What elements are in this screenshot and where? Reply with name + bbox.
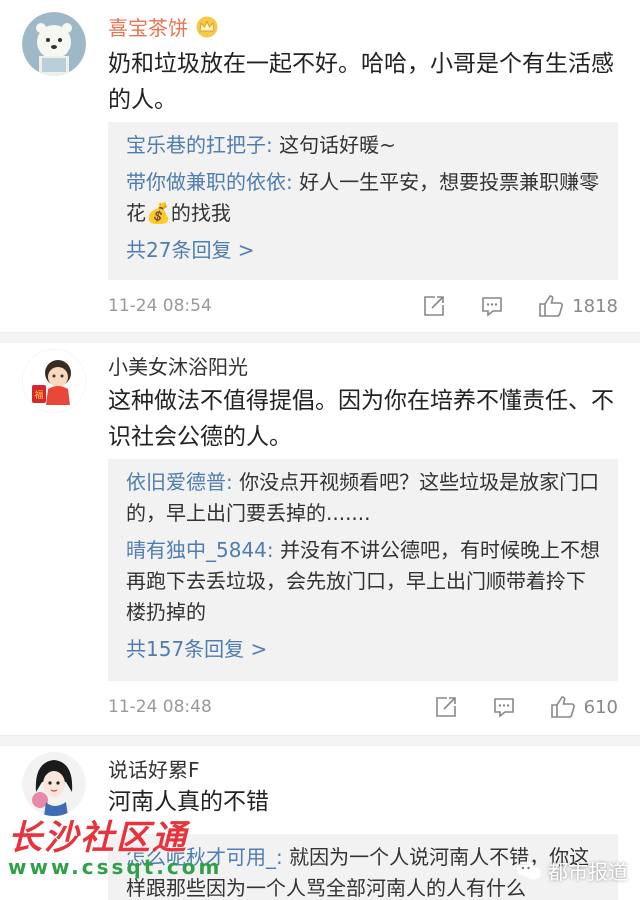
avatar[interactable] [22, 12, 86, 76]
like-button[interactable]: 610 [550, 695, 618, 719]
svg-text:福: 福 [34, 389, 43, 401]
more-replies-link[interactable]: 共157条回复 > [126, 634, 600, 664]
comment-item: 喜宝茶饼 奶和垃圾放在一起不好。哈哈，小哥是个有生活感的人。 宝乐巷的扛把子: … [0, 0, 640, 332]
reply-item[interactable]: 依旧爱德普: 你没点开视频看吧？这些垃圾是放家门口的，早上出门要丢掉的.....… [126, 467, 600, 529]
reply-text: 这句话好暖~ [279, 133, 396, 157]
comment-icon [493, 698, 514, 718]
comment-button[interactable] [480, 294, 504, 318]
repost-icon [435, 697, 456, 717]
reply-author[interactable]: 宝乐巷的扛把子 [126, 133, 266, 157]
reply-box[interactable]: 依旧爱德普: 你没点开视频看吧？这些垃圾是放家门口的，早上出门要丢掉的.....… [108, 459, 618, 681]
like-count: 1818 [572, 295, 618, 317]
reply-box[interactable]: 宝乐巷的扛把子: 这句话好暖~ 带你做兼职的依依: 好人一生平安，想要投票兼职赚… [108, 122, 618, 280]
reply-author[interactable]: 晴有独中_5844 [126, 538, 267, 562]
comment-item: 福 小美女沐浴阳光 这种做法不值得提倡。因为你在培养不懂责任、不识社会公德的人。… [0, 343, 640, 735]
comment-icon [482, 297, 502, 317]
author-name[interactable]: 小美女沐浴阳光 [108, 351, 248, 380]
timestamp: 11-24 08:48 [108, 697, 212, 717]
like-icon [539, 295, 564, 317]
watermark-badge-text: 都市报道 [548, 860, 628, 884]
like-icon [550, 696, 575, 718]
comment-meta: 11-24 08:48 610 [108, 695, 618, 723]
divider [0, 735, 640, 746]
watermark-site: 长沙社区通 www.cssqt.com [8, 810, 222, 879]
action-bar: 610 [400, 695, 618, 719]
repost-button[interactable] [422, 294, 446, 318]
comment-meta: 11-24 08:54 1818 [108, 294, 618, 322]
repost-icon [424, 296, 444, 316]
comment-button[interactable] [492, 695, 516, 719]
like-button[interactable]: 1818 [538, 294, 618, 318]
reply-author[interactable]: 依旧爱德普 [126, 470, 226, 494]
watermark-url: www.cssqt.com [8, 855, 223, 879]
reply-item[interactable]: 晴有独中_5844: 并没有不讲公德吧，有时候晚上不想再跑下去丢垃圾，会先放门口… [126, 535, 600, 628]
comment-text: 这种做法不值得提倡。因为你在培养不懂责任、不识社会公德的人。 [108, 388, 614, 450]
reply-item[interactable]: 带你做兼职的依依: 好人一生平安，想要投票兼职赚零花💰的找我 [126, 167, 600, 229]
author-name[interactable]: 喜宝茶饼 [108, 12, 220, 43]
more-replies-link[interactable]: 共27条回复 > [126, 235, 600, 265]
watermark-title: 长沙社区通 [8, 818, 188, 858]
divider [0, 332, 640, 343]
reply-author[interactable]: 带你做兼职的依依 [126, 170, 286, 194]
watermark-badge: 都市报道 [516, 856, 628, 885]
crown-icon [194, 16, 220, 43]
repost-button[interactable] [434, 695, 458, 719]
comment-text: 奶和垃圾放在一起不好。哈哈，小哥是个有生活感的人。 [108, 51, 614, 113]
avatar[interactable]: 福 [22, 349, 86, 413]
timestamp: 11-24 08:54 [108, 296, 212, 316]
action-bar: 1818 [388, 294, 618, 318]
author-name[interactable]: 说话好累F [108, 754, 200, 783]
like-count: 610 [583, 696, 618, 718]
wechat-icon [517, 861, 541, 879]
avatar[interactable] [22, 752, 86, 816]
reply-item[interactable]: 宝乐巷的扛把子: 这句话好暖~ [126, 130, 600, 161]
